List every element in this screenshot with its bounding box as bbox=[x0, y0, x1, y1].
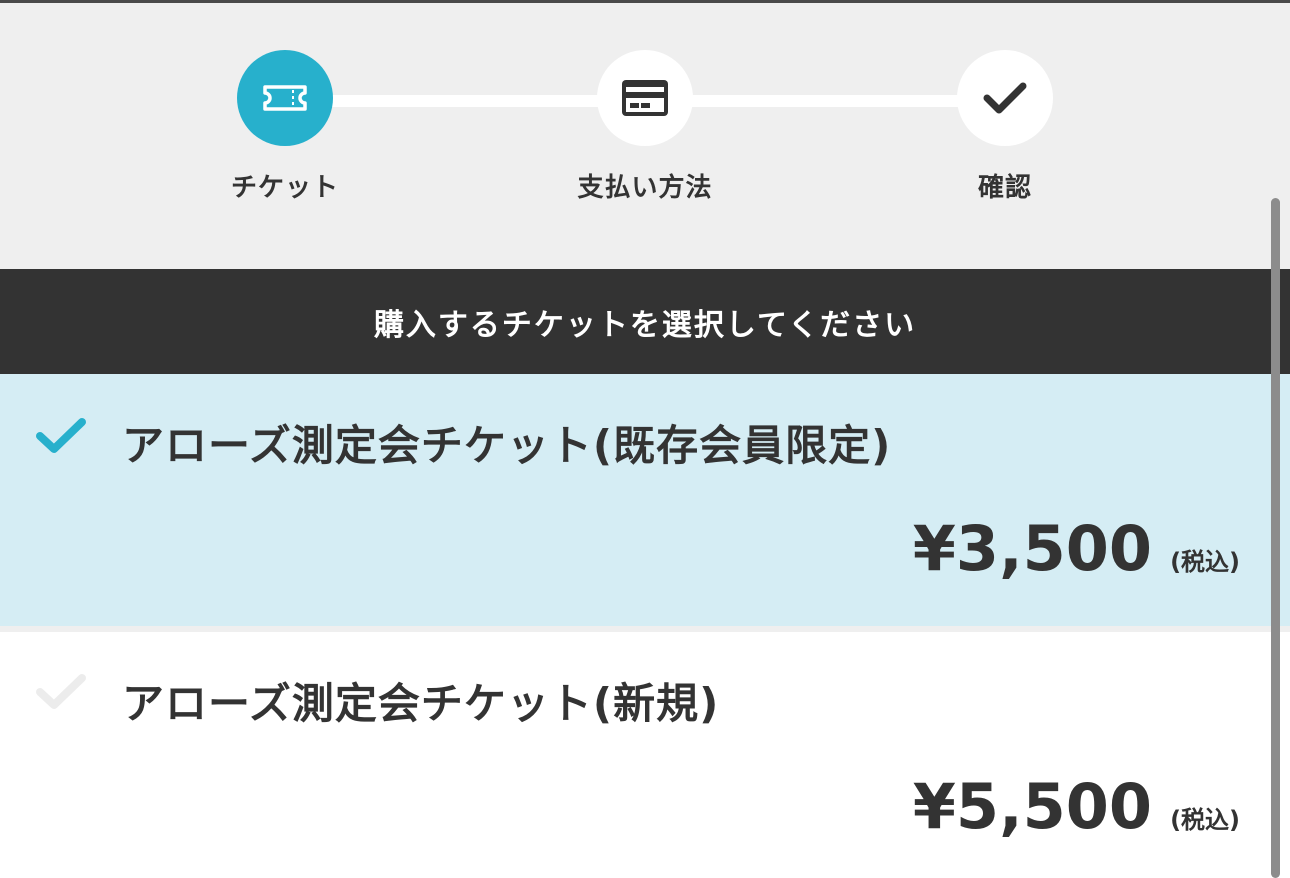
ticket-option-new[interactable]: アローズ測定会チケット(新規) ¥5,500 (税込) bbox=[0, 632, 1290, 878]
ticket-name: アローズ測定会チケット(既存会員限定) bbox=[122, 421, 892, 470]
instruction-banner: 購入するチケットを選択してください bbox=[0, 269, 1290, 374]
scrollbar[interactable] bbox=[1271, 198, 1280, 878]
stepper-connector bbox=[690, 95, 960, 107]
check-icon bbox=[36, 418, 86, 453]
ticket-price-group: ¥3,500 (税込) bbox=[913, 512, 1240, 585]
step-payment[interactable] bbox=[597, 50, 693, 146]
step-label-payment: 支払い方法 bbox=[577, 173, 713, 203]
stepper-connector bbox=[332, 95, 600, 107]
tax-note: (税込) bbox=[1170, 548, 1240, 576]
ticket-option-member[interactable]: アローズ測定会チケット(既存会員限定) ¥3,500 (税込) bbox=[0, 374, 1290, 626]
step-confirm[interactable] bbox=[957, 50, 1053, 146]
checkout-stepper: チケット 支払い方法 確認 bbox=[0, 3, 1290, 269]
ticket-price: ¥5,500 bbox=[912, 770, 1153, 843]
step-ticket[interactable] bbox=[237, 50, 333, 146]
step-label-confirm: 確認 bbox=[977, 173, 1032, 203]
tax-note: (税込) bbox=[1170, 806, 1240, 834]
checkmark-icon bbox=[983, 82, 1027, 114]
ticket-price: ¥3,500 bbox=[912, 512, 1153, 585]
credit-card-icon bbox=[622, 80, 668, 116]
instruction-text: 購入するチケットを選択してください bbox=[373, 307, 917, 343]
ticket-icon bbox=[263, 85, 307, 111]
check-icon bbox=[36, 674, 86, 709]
step-label-ticket: チケット bbox=[230, 173, 339, 203]
ticket-price-group: ¥5,500 (税込) bbox=[913, 770, 1240, 843]
ticket-name: アローズ測定会チケット(新規) bbox=[122, 679, 720, 728]
